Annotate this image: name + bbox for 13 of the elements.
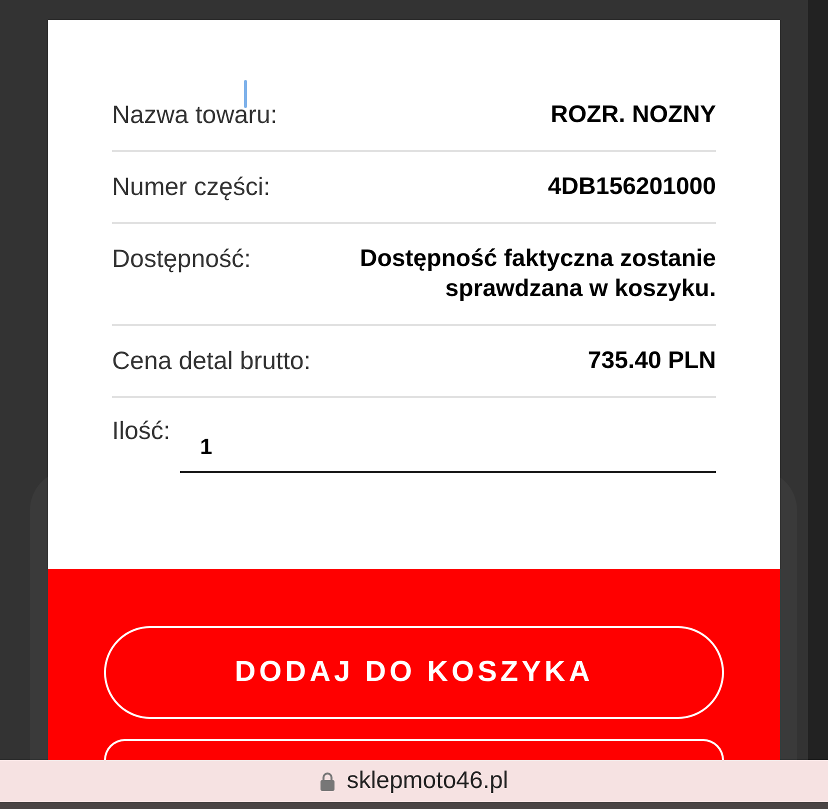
url-text: sklepmoto46.pl — [346, 766, 508, 796]
field-label: Cena detal brutto: — [112, 346, 311, 376]
field-label: Ilość: — [112, 416, 172, 446]
field-value: Dostępność faktyczna zostanie sprawdzana w koszyku. — [358, 244, 716, 304]
field-value: 4DB156201000 — [548, 172, 716, 202]
field-label: Nazwa towaru: — [112, 100, 278, 130]
field-label: Numer części: — [112, 172, 270, 202]
quantity-field[interactable]: 1 — [180, 430, 716, 473]
field-value: 735.40 PLN — [588, 346, 716, 376]
field-label: Dostępność: — [112, 244, 251, 274]
add-to-cart-button[interactable]: DODAJ DO KOSZYKA — [104, 626, 724, 719]
field-value: ROZR. NOZNY — [550, 100, 716, 130]
text-cursor — [244, 80, 247, 108]
